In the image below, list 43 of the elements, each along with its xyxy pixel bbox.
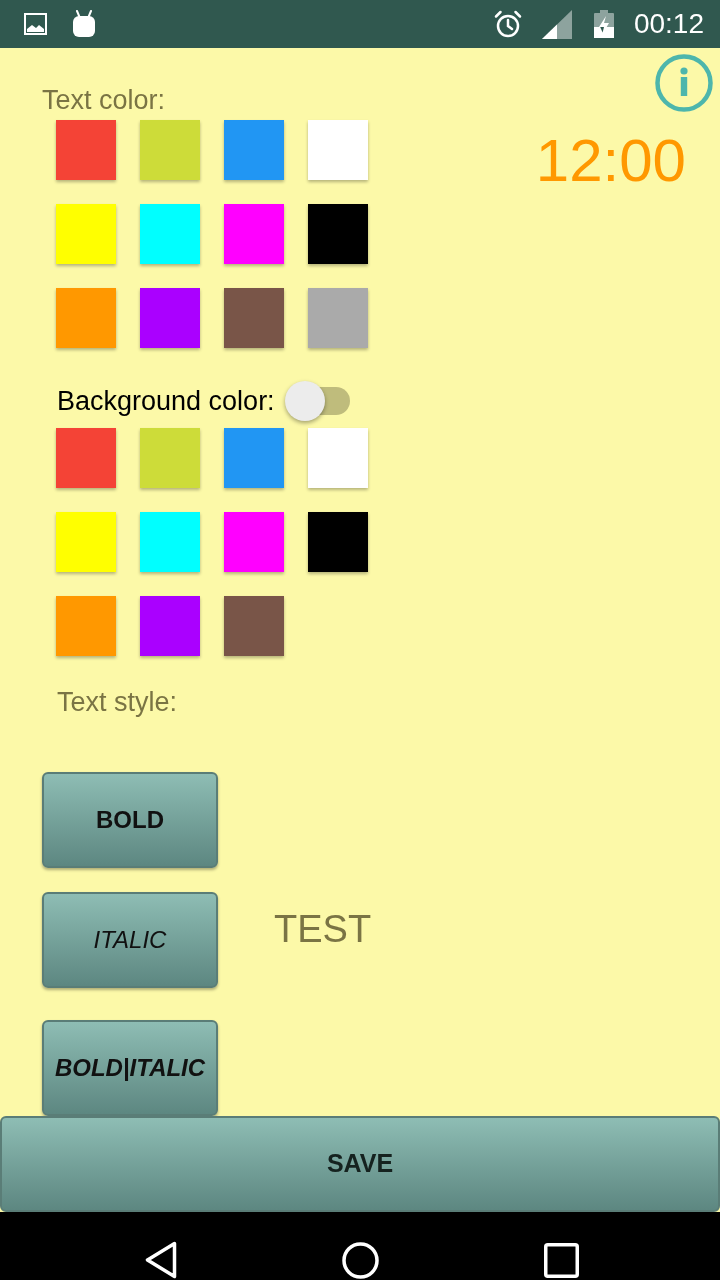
color-swatch-icon[interactable]: [56, 120, 116, 180]
color-swatch-icon[interactable]: [224, 288, 284, 348]
color-swatch-icon[interactable]: [56, 512, 116, 572]
color-swatch-icon[interactable]: [224, 512, 284, 572]
color-swatch-icon[interactable]: [308, 512, 368, 572]
info-icon[interactable]: [655, 54, 713, 112]
section-label: Text style:: [57, 686, 178, 718]
style-button[interactable]: BOLD|ITALIC: [42, 1020, 218, 1116]
home-icon[interactable]: [342, 1241, 379, 1279]
color-swatch-icon[interactable]: [308, 120, 368, 180]
color-swatch-icon[interactable]: [56, 288, 116, 348]
robot-icon: [72, 10, 96, 38]
color-swatch-icon[interactable]: [140, 596, 200, 656]
color-swatch-icon[interactable]: [308, 288, 368, 348]
signal-icon: [541, 9, 572, 39]
battery-icon: [593, 10, 614, 38]
image-icon: [24, 13, 47, 35]
color-swatch-icon[interactable]: [56, 204, 116, 264]
alarm-clock-icon: [493, 10, 522, 38]
color-swatch-icon[interactable]: [140, 512, 200, 572]
color-swatch-icon[interactable]: [224, 596, 284, 656]
style-button[interactable]: ITALIC: [42, 892, 218, 988]
status-time: 00:12: [633, 8, 704, 40]
color-swatch-icon[interactable]: [140, 204, 200, 264]
preview-text: TEST: [274, 907, 372, 951]
color-swatch-icon[interactable]: [140, 288, 200, 348]
back-icon[interactable]: [145, 1241, 177, 1279]
color-swatch-icon[interactable]: [56, 596, 116, 656]
section-label: Background color:: [57, 385, 275, 417]
color-swatch-icon[interactable]: [140, 120, 200, 180]
save-button[interactable]: SAVE: [0, 1116, 720, 1212]
color-swatch-icon[interactable]: [308, 428, 368, 488]
toggle-switch[interactable]: [284, 381, 350, 421]
color-swatch-icon[interactable]: [224, 428, 284, 488]
color-swatch-icon[interactable]: [140, 428, 200, 488]
color-swatch-icon[interactable]: [308, 204, 368, 264]
style-button[interactable]: BOLD: [42, 772, 218, 868]
color-swatch-icon[interactable]: [224, 204, 284, 264]
color-swatch-icon[interactable]: [56, 428, 116, 488]
clock-time: 12:00: [535, 131, 686, 191]
section-label: Text color:: [42, 84, 167, 116]
recents-icon[interactable]: [544, 1242, 579, 1278]
color-swatch-icon[interactable]: [224, 120, 284, 180]
